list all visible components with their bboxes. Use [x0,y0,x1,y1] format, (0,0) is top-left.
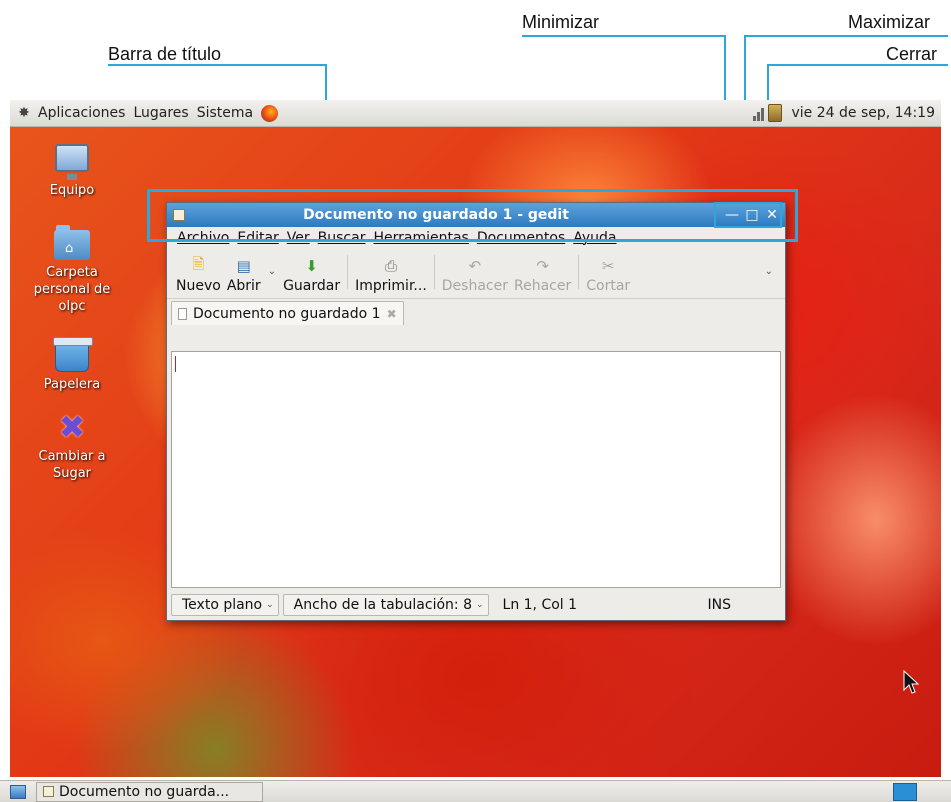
annotation-line [767,64,948,66]
trash-icon [53,337,93,372]
print-button-label: Imprimir... [355,278,427,294]
tab-label: Documento no guardado 1 [193,305,381,322]
scissors-icon: ✂ [601,257,615,275]
undo-button[interactable]: ↶ Deshacer [439,256,511,294]
desktop-icon-equipo[interactable]: Equipo [22,144,122,199]
recent-files-dropdown-icon[interactable]: ⌄ [264,266,280,277]
panel-tray: vie 24 de sep, 14:19 [752,104,942,122]
screenshot-stage: Minimizar Maximizar Cerrar Barra de títu… [0,0,951,802]
cursor-position: Ln 1, Col 1 [502,597,578,613]
desktop-icon-carpeta[interactable]: ⌂ Carpeta personal de olpc [32,225,112,315]
gedit-task-icon [43,786,54,797]
status-bar: Texto plano ⌄ Ancho de la tabulación: 8 … [171,593,781,617]
menu-lugares[interactable]: Lugares [129,105,192,121]
redo-button[interactable]: ↷ Rehacer [511,256,574,294]
chevron-down-icon: ⌄ [266,600,274,610]
mouse-pointer-icon [903,670,919,694]
redo-button-label: Rehacer [514,278,572,294]
desktop-icon-papelera[interactable]: Papelera [22,337,122,393]
computer-icon [55,144,89,180]
cut-button[interactable]: ✂ Cortar [583,256,633,294]
tab-width-selector[interactable]: Ancho de la tabulación: 8 ⌄ [282,594,489,616]
open-button-label: Abrir [226,278,261,294]
battery-icon[interactable] [767,104,782,122]
tab-bar: Documento no guardado 1 ✖ [167,299,785,325]
toolbar-separator [347,254,349,289]
tab-width-value: Ancho de la tabulación: 8 [293,597,472,613]
annotation-line [522,35,726,37]
annotation-line [744,35,948,37]
annotation-maximizar: Maximizar [848,12,931,32]
gedit-window: Documento no guardado 1 - gedit — □ ✕ Ar… [166,202,786,621]
tab-close-icon[interactable]: ✖ [387,307,397,321]
document-icon [178,307,187,320]
chevron-down-icon: ⌄ [475,600,484,610]
firefox-icon[interactable] [261,104,279,122]
menu-sistema[interactable]: Sistema [193,105,257,121]
language-selector[interactable]: Texto plano ⌄ [171,594,279,616]
toolbar-separator [578,254,580,289]
workspace-switcher[interactable] [893,782,917,801]
toolbar-separator [433,254,435,289]
menu-aplicaciones[interactable]: Aplicaciones [34,105,129,121]
desktop-icon-label: Carpeta personal de olpc [33,265,111,314]
clock[interactable]: vie 24 de sep, 14:19 [792,105,936,121]
show-desktop-icon[interactable] [10,784,26,799]
toolbar: 🗎 Nuevo ▤ Abrir ⌄ ⬇ Guardar ⎙ Imprimir..… [167,249,785,299]
taskbar-button-gedit[interactable]: Documento no guarda... [36,781,263,802]
taskbar-label: Documento no guarda... [59,783,230,800]
top-panel: ✸ Aplicaciones Lugares Sistema vie 24 de… [10,100,941,127]
print-icon: ⎙ [384,257,397,275]
title-bar-highlight [147,189,798,242]
home-folder-icon: ⌂ [54,225,90,260]
desktop-icon-label: Cambiar a Sugar [38,449,106,481]
insert-mode: INS [707,597,732,613]
save-icon: ⬇ [305,257,318,275]
language-value: Texto plano [182,597,263,613]
redo-icon: ↷ [536,257,549,275]
network-icon[interactable] [752,105,764,121]
desktop-icon-label: Equipo [49,183,95,198]
cut-button-label: Cortar [586,278,631,294]
sugar-icon: ✖ [58,408,86,446]
annotation-cerrar: Cerrar [886,44,938,64]
new-button[interactable]: 🗎 Nuevo [173,254,224,295]
toolbar-overflow-icon[interactable]: ⌄ [765,266,783,277]
gnome-foot-icon[interactable]: ✸ [16,105,32,121]
window-buttons-highlight [714,202,782,228]
annotation-line [108,64,327,66]
desktop-icon-label: Papelera [43,377,101,392]
open-icon: ▤ [236,257,251,275]
text-cursor [175,356,176,372]
print-button[interactable]: ⎙ Imprimir... [352,256,430,294]
annotation-minimizar: Minimizar [522,12,600,32]
desktop-icon-sugar[interactable]: ✖ Cambiar a Sugar [32,410,112,482]
undo-button-label: Deshacer [441,278,508,294]
annotation-barra-titulo: Barra de título [108,44,222,64]
open-button[interactable]: ▤ Abrir [224,256,264,294]
save-button-label: Guardar [283,278,341,294]
document-tab[interactable]: Documento no guardado 1 ✖ [171,301,404,325]
new-document-icon: 🗎 [192,254,205,273]
undo-icon: ↶ [468,257,482,275]
save-button[interactable]: ⬇ Guardar [280,256,343,294]
text-editor-area[interactable] [171,351,781,588]
bottom-panel: Documento no guarda... [0,780,951,802]
new-button-label: Nuevo [176,278,221,294]
